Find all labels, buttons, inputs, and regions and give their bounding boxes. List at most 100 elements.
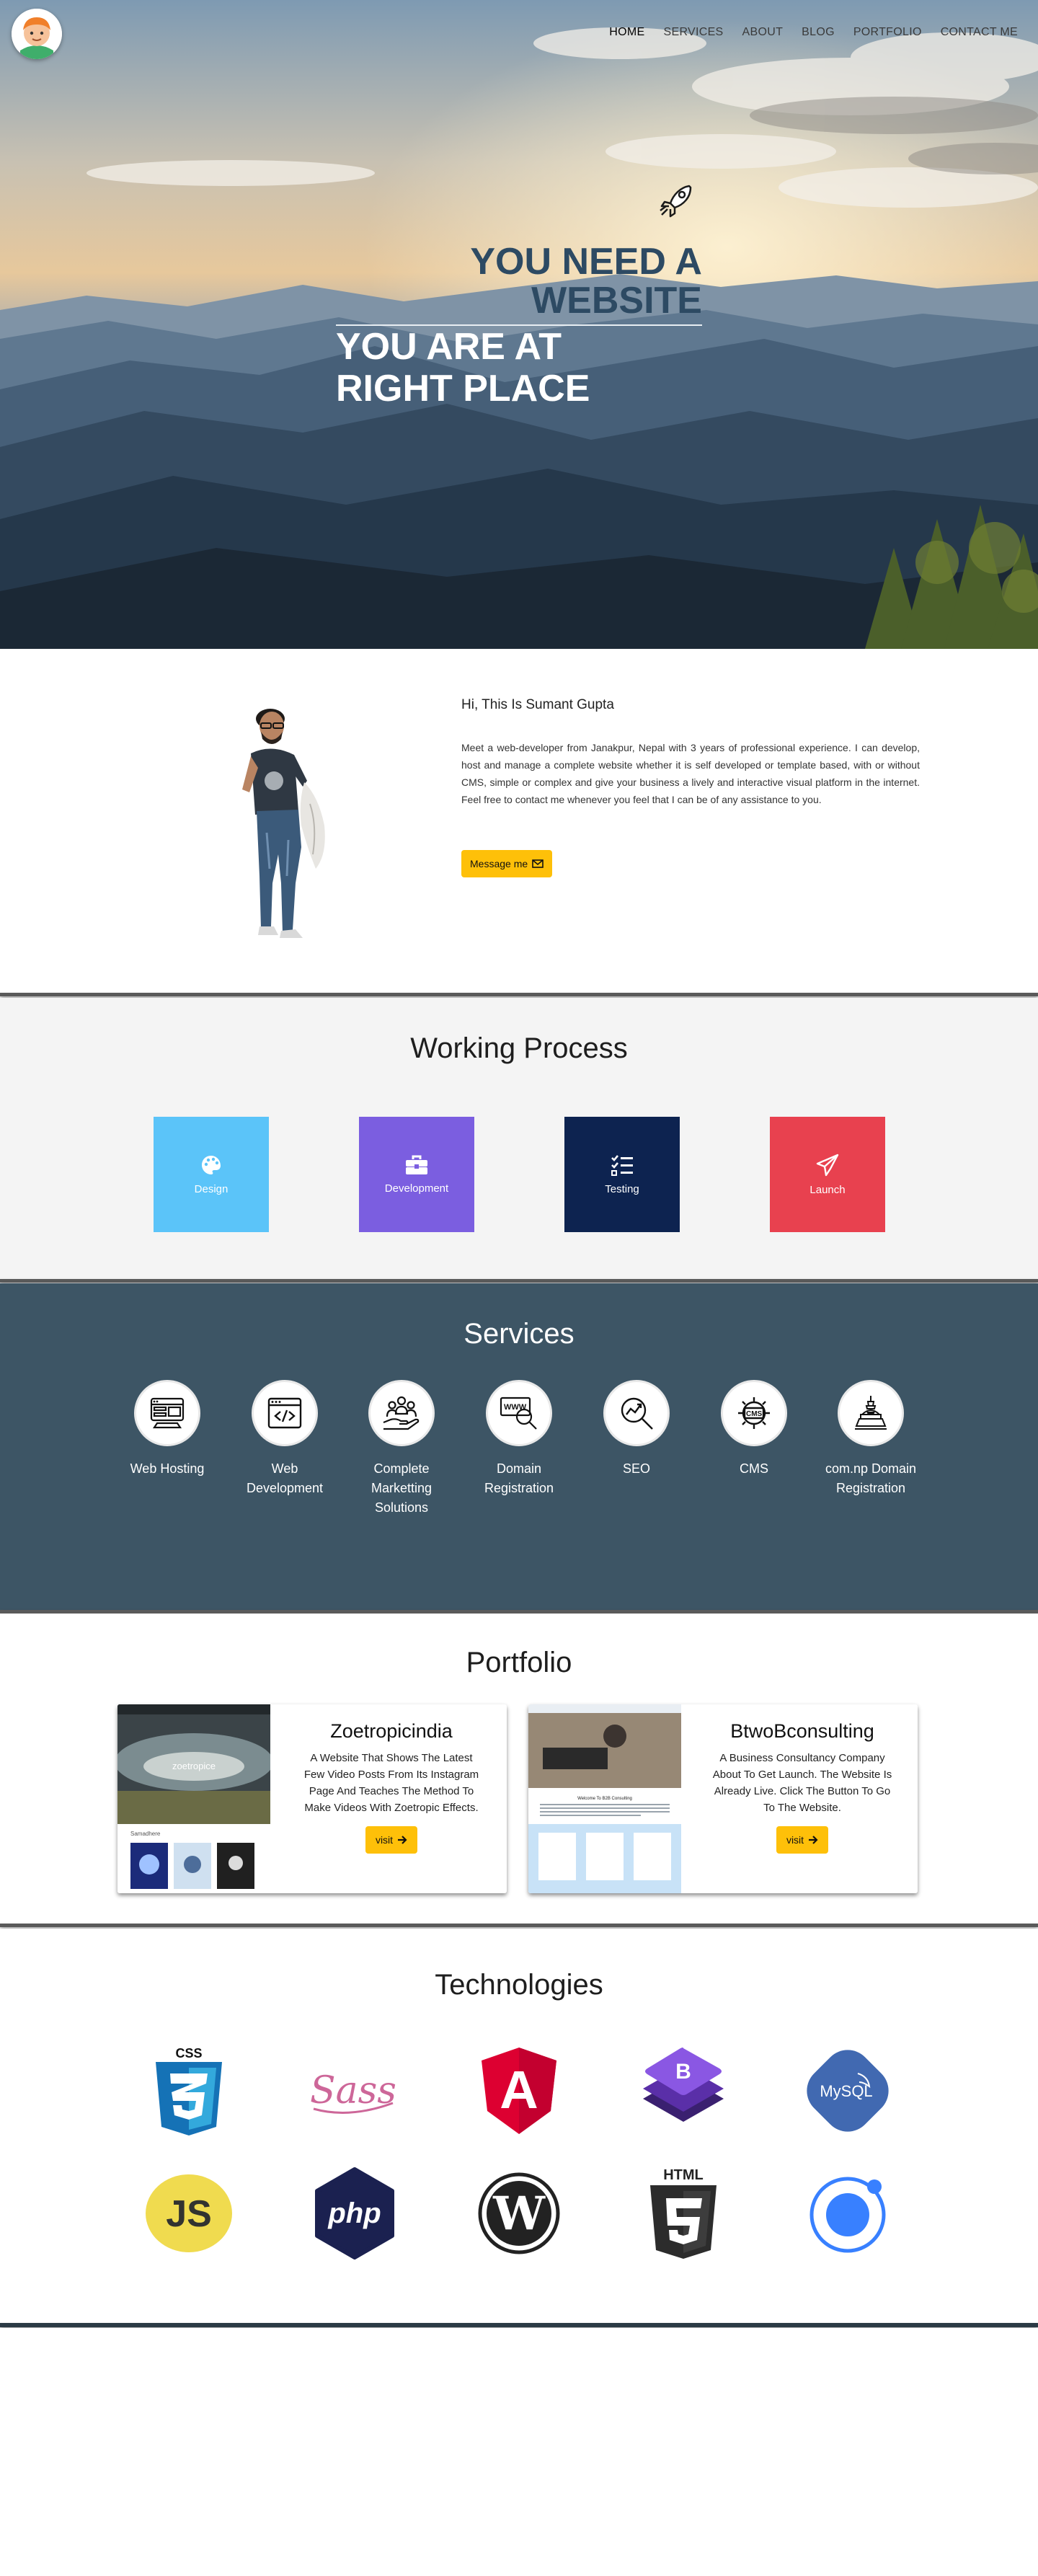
service-web-development[interactable]: Web Development <box>234 1380 335 1498</box>
code-window-icon <box>267 1397 302 1429</box>
about-greeting: Hi, This Is Sumant Gupta <box>461 697 614 712</box>
zoetropicindia-screenshot: zoetropice Samadhere <box>117 1704 270 1893</box>
stupa-icon <box>855 1396 887 1430</box>
hero-line-4: RIGHT PLACE <box>336 368 590 410</box>
section-divider <box>0 993 1038 996</box>
hero-headline-primary: YOU NEED A WEBSITE <box>404 242 702 320</box>
service-label: Web Hosting <box>130 1461 205 1476</box>
php-icon: php <box>315 2167 394 2259</box>
logo-text: php <box>327 2197 381 2229</box>
service-icon-circle <box>603 1380 670 1446</box>
service-seo[interactable]: SEO <box>586 1380 687 1479</box>
service-domain-registration[interactable]: WWW Domain Registration <box>469 1380 569 1498</box>
about-section: Hi, This Is Sumant Gupta Meet a web-deve… <box>0 649 1038 995</box>
www-search-icon: WWW <box>500 1397 537 1430</box>
nav-portfolio[interactable]: PORTFOLIO <box>853 26 922 39</box>
technologies-section: Technologies CSS Sass A B MySQL JS php W… <box>0 1929 1038 2325</box>
service-label: Domain Registration <box>484 1461 554 1495</box>
technologies-title: Technologies <box>435 1969 603 2001</box>
project-description: A Website That Shows The Latest Few Vide… <box>303 1752 479 1814</box>
process-step-label: Development <box>384 1182 449 1195</box>
nav-about[interactable]: ABOUT <box>742 26 784 39</box>
thumb-caption: Samadhere <box>130 1831 161 1837</box>
process-step-launch: Launch <box>770 1117 885 1232</box>
process-title: Working Process <box>410 1032 628 1064</box>
service-icon-circle <box>134 1380 200 1446</box>
service-icon-circle: WWW <box>486 1380 552 1446</box>
visit-label: visit <box>786 1834 804 1846</box>
angular-logo: A <box>472 2044 566 2138</box>
footer-divider <box>0 2323 1038 2327</box>
project-description: A Business Consultancy Company About To … <box>712 1752 892 1814</box>
service-web-hosting[interactable]: Web Hosting <box>117 1380 218 1479</box>
hero-line-1: YOU NEED A <box>470 241 702 283</box>
logo-text: HTML <box>663 2167 704 2183</box>
service-label: Web Development <box>246 1461 324 1495</box>
wordpress-logo: W <box>472 2166 566 2260</box>
main-nav: HOME SERVICES ABOUT BLOG PORTFOLIO CONTA… <box>590 26 1018 39</box>
hero-line-3: YOU ARE AT <box>336 326 562 368</box>
hero-line-2: WEBSITE <box>531 280 702 322</box>
thumb-title: zoetropice <box>172 1761 216 1771</box>
html5-icon: HTML <box>650 2167 717 2259</box>
service-marketing-solutions[interactable]: Complete Marketting Solutions <box>351 1380 452 1518</box>
mysql-icon: MySQL <box>807 2050 889 2132</box>
site-logo[interactable] <box>12 9 62 59</box>
service-label: Complete Marketting Solutions <box>371 1461 432 1515</box>
visit-button[interactable]: visit <box>776 1826 829 1854</box>
logo-text: W <box>492 2187 546 2241</box>
ionic-icon <box>809 2177 886 2253</box>
service-comnp-domain[interactable]: com.np Domain Registration <box>820 1380 921 1498</box>
logo-text: A <box>500 2060 538 2120</box>
arrow-right-icon <box>398 1836 407 1844</box>
rocket-icon <box>660 185 692 218</box>
javascript-icon: JS <box>146 2174 232 2252</box>
svg-text:WWW: WWW <box>504 1403 527 1412</box>
service-label: CMS <box>740 1461 768 1476</box>
working-process-section: Working Process Design Development Testi… <box>0 998 1038 1279</box>
message-me-label: Message me <box>470 858 528 869</box>
message-me-button[interactable]: Message me <box>461 850 553 877</box>
process-step-label: Design <box>194 1182 229 1195</box>
profile-photo <box>242 709 325 938</box>
services-section: Services Web Hosting Web Development Com… <box>0 1283 1038 1610</box>
css3-logo: CSS <box>142 2044 236 2138</box>
project-name: Zoetropicindia <box>330 1720 453 1742</box>
palette-icon <box>202 1155 221 1174</box>
process-step-development: Development <box>359 1117 474 1232</box>
service-label: com.np Domain Registration <box>825 1461 917 1495</box>
portfolio-section: Portfolio zoetropice Samadhere Zoetropic… <box>0 1614 1038 1924</box>
sass-icon: Sass <box>310 2069 396 2114</box>
envelope-icon <box>532 859 544 868</box>
logo-text: CSS <box>175 2046 202 2061</box>
logo-text: MySQL <box>820 2082 872 2100</box>
angular-icon: A <box>482 2048 556 2134</box>
process-step-label: Testing <box>605 1182 639 1195</box>
cms-gear-icon: CMS <box>738 1397 770 1429</box>
process-step-testing: Testing <box>564 1117 680 1232</box>
service-icon-circle: CMS <box>721 1380 787 1446</box>
services-title: Services <box>463 1318 575 1350</box>
visit-button[interactable]: visit <box>365 1826 418 1854</box>
nav-contact[interactable]: CONTACT ME <box>941 26 1018 39</box>
service-cms[interactable]: CMS CMS <box>704 1380 804 1479</box>
page-footer-space <box>0 2328 1038 2576</box>
service-icon-circle <box>368 1380 435 1446</box>
css3-icon: CSS <box>156 2046 222 2135</box>
server-icon <box>150 1397 185 1429</box>
nav-services[interactable]: SERVICES <box>664 26 724 39</box>
btwobconsulting-screenshot: Welcome To B2B Consulting <box>528 1704 681 1893</box>
logo-text: JS <box>166 2193 212 2235</box>
toolbox-icon <box>406 1155 427 1174</box>
portfolio-card-text: Zoetropicindia A Website That Shows The … <box>285 1720 498 1854</box>
nav-home[interactable]: HOME <box>609 26 644 39</box>
svg-text:CMS: CMS <box>746 1410 763 1418</box>
wordpress-icon: W <box>478 2172 560 2254</box>
process-step-design: Design <box>154 1117 269 1232</box>
nav-blog[interactable]: BLOG <box>802 26 835 39</box>
seo-magnifier-icon <box>621 1397 653 1430</box>
bootstrap-icon: B <box>643 2048 724 2122</box>
logo-text: B <box>675 2060 691 2084</box>
visit-label: visit <box>375 1834 394 1846</box>
people-hand-icon <box>383 1396 420 1430</box>
